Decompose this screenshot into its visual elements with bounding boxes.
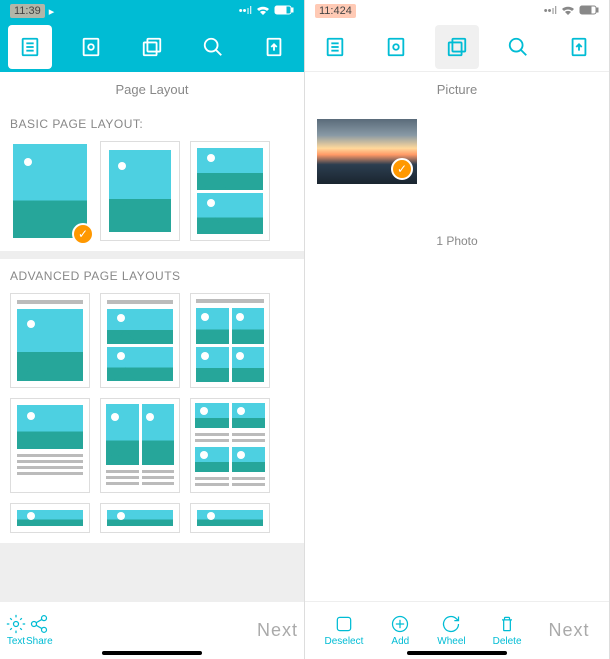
tab-upload[interactable]: [252, 25, 296, 69]
layout-extra-1[interactable]: [10, 503, 90, 533]
status-icons-right: ••ıl: [544, 5, 599, 18]
battery-icon: [579, 5, 599, 18]
layout-header-img[interactable]: [10, 293, 90, 388]
tab-search[interactable]: [191, 25, 235, 69]
home-indicator[interactable]: [407, 651, 507, 655]
battery-icon: [274, 5, 294, 18]
status-time: 11:424: [315, 4, 356, 18]
tab-layout[interactable]: [313, 25, 357, 69]
home-indicator[interactable]: [102, 651, 202, 655]
photo-count: 1 Photo: [305, 234, 609, 248]
delete-button[interactable]: Delete: [493, 614, 522, 647]
content-area: BASIC PAGE LAYOUT: ✓ ADVANCED PAGE LAYOU…: [0, 107, 304, 601]
photo-thumbnail[interactable]: ✓: [317, 119, 417, 184]
share-label: Share: [26, 636, 53, 647]
status-time: 11:39: [10, 4, 45, 18]
layout-header-2img[interactable]: [100, 293, 180, 388]
screen-page-layout: 11:39 ▸ ••ıl Page Layout: [0, 0, 305, 659]
top-tabs: [0, 22, 304, 72]
wifi-icon: [256, 5, 270, 18]
section-basic: BASIC PAGE LAYOUT: ✓: [0, 107, 304, 251]
check-icon: ✓: [72, 223, 94, 245]
add-button[interactable]: Add: [390, 614, 410, 647]
tab-settings[interactable]: [374, 25, 418, 69]
status-bar: 11:39 ▸ ••ıl: [0, 0, 304, 22]
text-button[interactable]: Text: [6, 614, 26, 647]
signal-icon: ••ıl: [239, 5, 252, 17]
section-advanced: ADVANCED PAGE LAYOUTS: [0, 259, 304, 543]
layout-two-stacked[interactable]: [190, 141, 270, 241]
layout-extra-3[interactable]: [190, 503, 270, 533]
location-icon: ▸: [49, 5, 55, 18]
layout-4col-img-text[interactable]: [190, 398, 270, 493]
tab-pictures[interactable]: [130, 25, 174, 69]
content-area: ✓ 1 Photo: [305, 107, 609, 601]
layout-single-full[interactable]: ✓: [10, 141, 90, 241]
tab-search[interactable]: [496, 25, 540, 69]
layout-extra-2[interactable]: [100, 503, 180, 533]
signal-icon: ••ıl: [544, 5, 557, 17]
page-title: Picture: [305, 72, 609, 107]
layout-img-text[interactable]: [10, 398, 90, 493]
wheel-label: Wheel: [437, 636, 465, 647]
deselect-button[interactable]: Deselect: [324, 614, 363, 647]
layout-single-bordered[interactable]: [100, 141, 180, 241]
text-label: Text: [7, 636, 25, 647]
tab-layout[interactable]: [8, 25, 52, 69]
next-button[interactable]: Next: [257, 620, 298, 641]
section-basic-title: BASIC PAGE LAYOUT:: [10, 117, 294, 131]
delete-label: Delete: [493, 636, 522, 647]
share-button[interactable]: Share: [26, 614, 53, 647]
wheel-button[interactable]: Wheel: [437, 614, 465, 647]
next-button[interactable]: Next: [548, 620, 589, 641]
top-tabs: [305, 22, 609, 72]
status-bar: 11:424 ••ıl: [305, 0, 609, 22]
section-advanced-title: ADVANCED PAGE LAYOUTS: [10, 269, 294, 283]
layout-2col-img-text[interactable]: [100, 398, 180, 493]
add-label: Add: [391, 636, 409, 647]
wifi-icon: [561, 5, 575, 18]
deselect-label: Deselect: [324, 636, 363, 647]
status-icons-right: ••ıl: [239, 5, 294, 18]
tab-upload[interactable]: [557, 25, 601, 69]
page-title: Page Layout: [0, 72, 304, 107]
tab-settings[interactable]: [69, 25, 113, 69]
layout-header-4img[interactable]: [190, 293, 270, 388]
check-icon: ✓: [391, 158, 413, 180]
screen-pictures: 11:424 ••ıl Picture ✓: [305, 0, 610, 659]
tab-pictures[interactable]: [435, 25, 479, 69]
